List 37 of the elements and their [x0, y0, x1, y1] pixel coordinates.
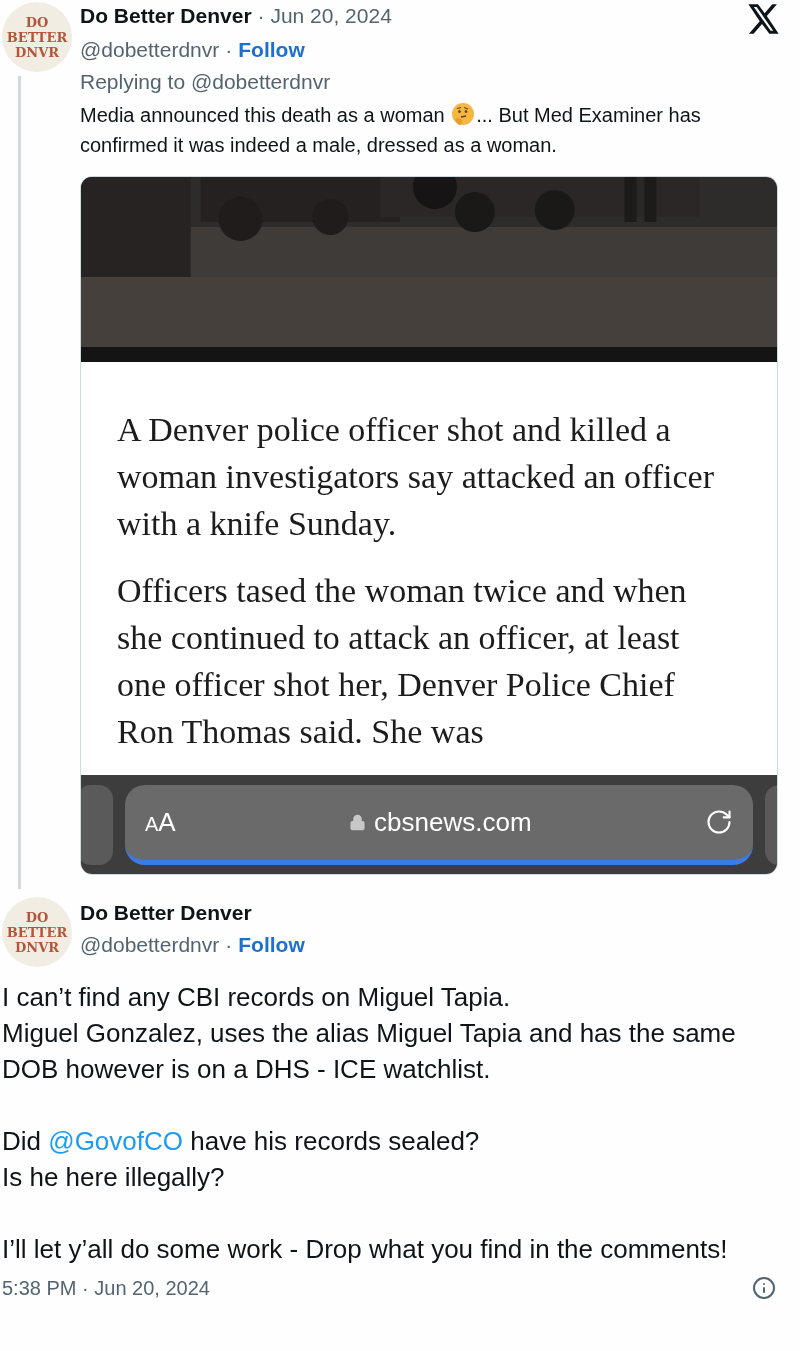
tweet-text: Miguel Gonzalez, uses the alias Miguel Tapia and has the same DOB however is on a DHS - ICE watchlist.	[2, 1017, 737, 1086]
follow-link[interactable]: Follow	[238, 34, 305, 66]
author-name[interactable]: Do Better Denver	[80, 4, 252, 27]
timestamp[interactable]: 5:38 PM · Jun 20, 2024	[2, 1273, 210, 1303]
x-logo-icon[interactable]	[748, 4, 780, 34]
replying-to-text[interactable]: Replying to @dobetterdnvr	[80, 66, 780, 98]
tweet-text: Did @GovofCO have his records sealed?	[2, 1125, 481, 1158]
avatar-text: BETTER	[6, 924, 68, 940]
author-handle[interactable]: @dobetterdnvr	[80, 34, 220, 66]
separator-dot: ·	[225, 932, 233, 958]
author-name[interactable]: Do Better Denver	[80, 897, 305, 929]
info-icon[interactable]	[752, 1276, 776, 1300]
avatar[interactable]: DO BETTER DNVR	[2, 897, 72, 967]
tweet-text: Is he here illegally?	[2, 1161, 226, 1194]
mention-link[interactable]: @GovofCO	[48, 1126, 183, 1156]
separator-dot: ·	[225, 37, 233, 63]
article-paragraph: A Denver police officer shot and killed a woman investigators say attacked an officer with a knife Sunday.	[117, 410, 715, 544]
article-paragraph: Officers tased the woman twice and when she continued to attack an officer, at least one officer shot her, Denver Police Chief Ron Thomas said. She was	[117, 571, 688, 752]
author-handle[interactable]: @dobetterdnvr	[80, 929, 220, 961]
thinking-face-icon	[451, 102, 476, 126]
image-card[interactable]	[80, 176, 778, 875]
tweet-text: I can’t find any CBI records on Miguel Tapia.	[2, 981, 512, 1014]
post-date[interactable]: · Jun 20, 2024	[257, 4, 392, 27]
url-text[interactable]: cbsnews.com	[374, 802, 532, 842]
avatar[interactable]: DO BETTER DNVR	[2, 2, 72, 72]
tweet-text: I’ll let y’all do some work - Drop what you find in the comments!	[2, 1233, 729, 1266]
avatar-text: DO	[25, 14, 49, 30]
avatar-text: DNVR	[14, 939, 59, 955]
avatar-text: DNVR	[14, 44, 59, 60]
text-size-button[interactable]: AA	[145, 809, 176, 835]
tweet-text: Media announced this death as a woman ... But Med Examiner has confirmed it was indeed a male, dressed as a woman.	[80, 101, 702, 158]
avatar-text: DO	[25, 909, 49, 925]
address-bar[interactable]: AA cbsnews.com	[125, 784, 753, 865]
lock-icon	[349, 813, 367, 831]
reload-icon[interactable]	[705, 808, 733, 836]
follow-link[interactable]: Follow	[238, 929, 305, 961]
avatar-text: BETTER	[6, 29, 68, 45]
